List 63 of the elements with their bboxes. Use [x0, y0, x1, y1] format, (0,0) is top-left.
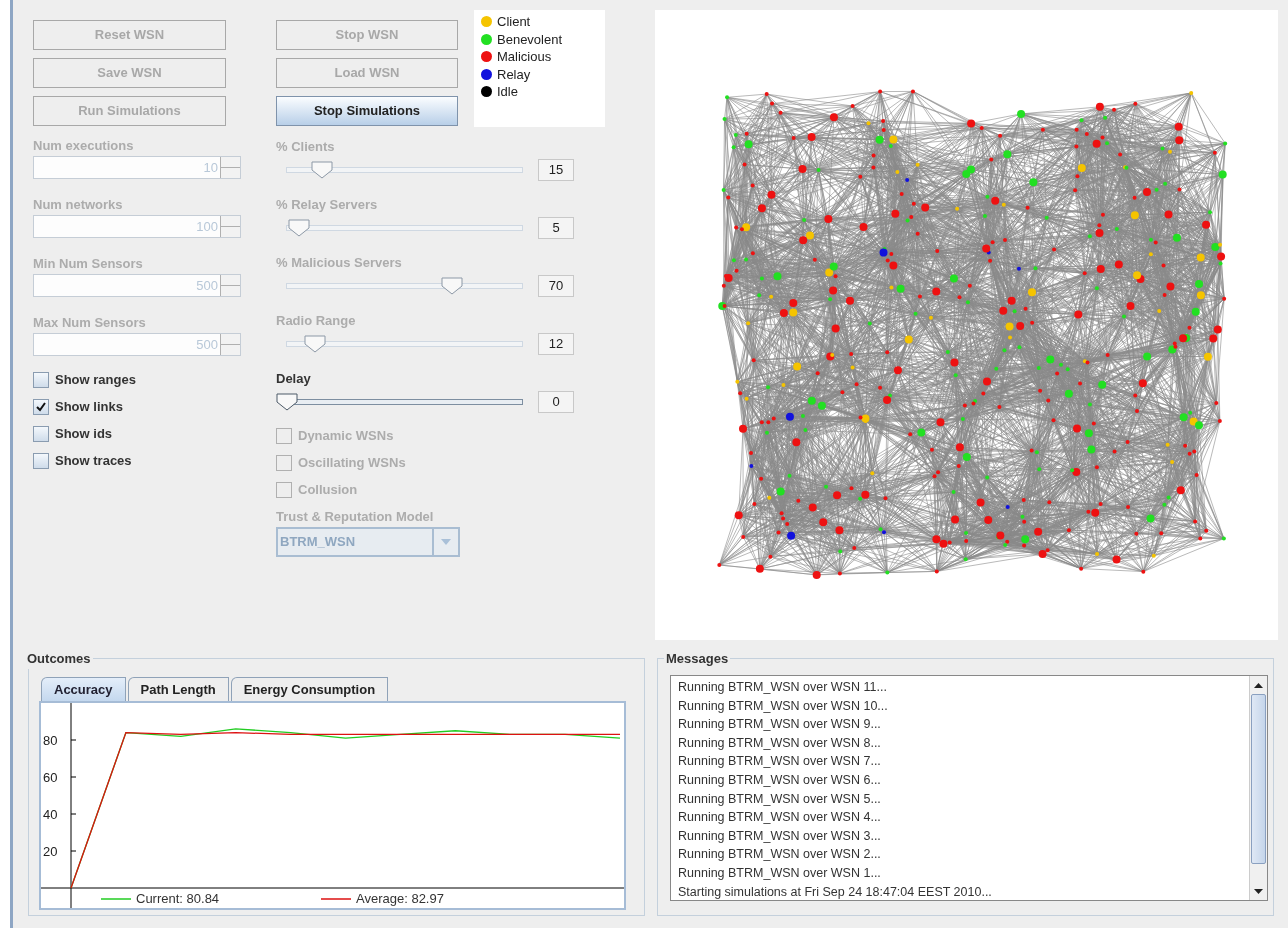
tab[interactable]: Energy Consumption	[230, 677, 389, 701]
spinner-value: 100	[195, 218, 219, 236]
tick-label: 60	[43, 770, 58, 785]
message-line: Running BTRM_WSN over WSN 4...	[678, 809, 882, 827]
message-line: Running BTRM_WSN over WSN 6...	[678, 771, 882, 789]
legend-label: Client	[497, 13, 531, 31]
spinner-value: 500	[195, 277, 219, 295]
checkbox-label: Show ranges	[55, 370, 136, 389]
action-button[interactable]: Stop Simulations	[276, 96, 458, 126]
field-label: Num networks	[33, 196, 124, 214]
checkbox-label: Show traces	[55, 451, 132, 470]
field-label: Trust & Reputation Model	[276, 508, 435, 526]
slider-value: 15	[538, 159, 574, 181]
slider-value: 0	[538, 391, 574, 413]
scroll-up-icon[interactable]	[1254, 682, 1263, 688]
spinner-value: 500	[195, 336, 219, 354]
slider-label: % Malicious Servers	[276, 254, 403, 272]
message-line: Running BTRM_WSN over WSN 1...	[678, 864, 882, 882]
slider-value: 12	[538, 333, 574, 355]
scroll-down-icon[interactable]	[1254, 888, 1263, 894]
slider-label: Delay	[276, 370, 312, 388]
legend-label: Relay	[497, 65, 531, 84]
message-line: Running BTRM_WSN over WSN 9...	[678, 716, 882, 734]
checkbox[interactable]	[33, 398, 49, 415]
checkbox-label: Show links	[55, 397, 123, 416]
legend-label: Average: 82.97	[356, 891, 444, 906]
tick-label: 80	[43, 733, 58, 748]
tick-label: 40	[43, 807, 58, 822]
message-line: Running BTRM_WSN over WSN 8...	[678, 734, 882, 752]
message-line: Running BTRM_WSN over WSN 3...	[678, 827, 882, 845]
slider-label: Radio Range	[276, 312, 357, 330]
field-label: Num executions	[33, 137, 135, 155]
field-label: Max Num Sensors	[33, 314, 147, 332]
slider-thumb[interactable]	[276, 393, 298, 411]
slider-value: 5	[538, 217, 574, 239]
message-line: Running BTRM_WSN over WSN 11...	[678, 679, 888, 696]
legend-label: Idle	[497, 83, 518, 101]
check-icon	[36, 401, 46, 412]
tab[interactable]: Path Length	[127, 677, 229, 701]
dropdown-value: BTRM_WSN	[279, 533, 357, 551]
scrollbar[interactable]	[1249, 676, 1267, 900]
tick-label: 20	[43, 844, 58, 859]
legend-label: Benevolent	[497, 30, 563, 49]
spinner-value: 10	[202, 159, 219, 177]
legend-label: Current: 80.84	[136, 891, 220, 906]
checkbox-label: Show ids	[55, 424, 113, 443]
checkbox[interactable]	[33, 371, 49, 388]
tab[interactable]: Accuracy	[41, 677, 126, 701]
message-line: Running BTRM_WSN over WSN 10...	[678, 697, 889, 715]
checkbox-label: Oscillating WSNs	[298, 453, 406, 472]
field-label: Min Num Sensors	[33, 255, 144, 273]
slider-label: % Relay Servers	[276, 196, 379, 214]
message-line: Starting simulations at Fri Sep 24 18:47:04 EEST 2010...	[678, 883, 993, 901]
slider-label: % Clients	[276, 138, 336, 156]
checkbox[interactable]	[33, 425, 49, 442]
message-line: Running BTRM_WSN over WSN 5...	[678, 790, 882, 808]
message-line: Running BTRM_WSN over WSN 2...	[678, 846, 882, 864]
checkbox[interactable]	[33, 452, 49, 469]
legend-label: Malicious	[497, 48, 552, 66]
message-line: Running BTRM_WSN over WSN 7...	[678, 753, 882, 771]
slider-value: 70	[538, 275, 574, 297]
checkbox-label: Dynamic WSNs	[298, 426, 394, 445]
checkbox-label: Collusion	[298, 480, 358, 499]
